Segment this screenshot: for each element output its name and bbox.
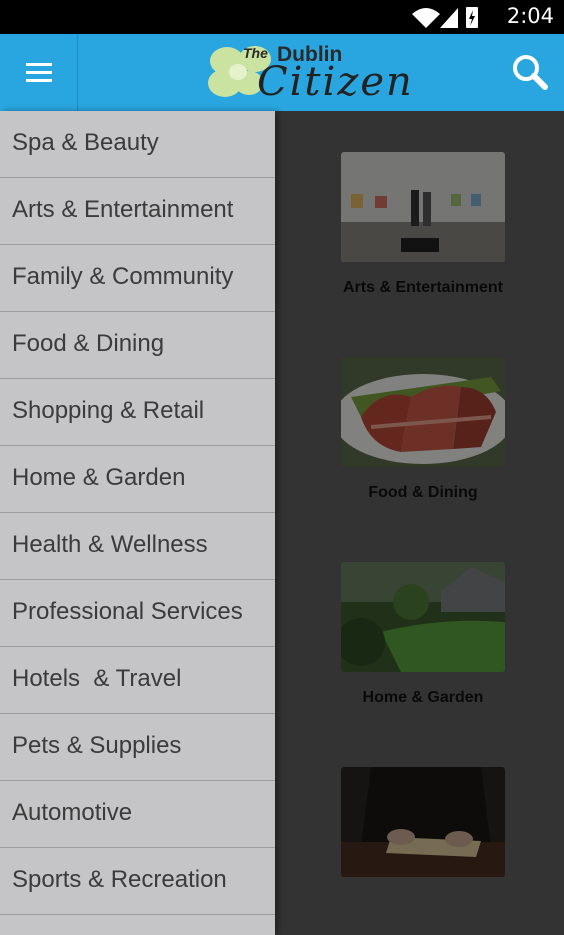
app-logo[interactable]: The Dublin Citizen xyxy=(205,43,420,105)
hamburger-menu-icon xyxy=(26,63,52,66)
drawer-item-label: Food & Dining xyxy=(12,330,165,357)
logo-citizen: Citizen xyxy=(257,59,414,105)
drawer-item-label: Shopping & Retail xyxy=(12,397,205,424)
search-icon[interactable] xyxy=(510,52,550,92)
drawer-item-family-community[interactable]: Family & Community xyxy=(0,245,275,312)
status-icons xyxy=(412,7,478,28)
drawer-item-label: Pets & Supplies xyxy=(12,732,182,759)
drawer-item-label: Hotels & Travel xyxy=(12,665,182,692)
navigation-drawer: Spa & Beauty Arts & Entertainment Family… xyxy=(0,111,275,935)
signal-icon xyxy=(440,8,458,28)
drawer-item-label: Professional Services xyxy=(12,598,243,625)
hamburger-line xyxy=(26,71,52,74)
drawer-item-label: Family & Community xyxy=(12,263,234,290)
menu-button[interactable] xyxy=(0,34,78,111)
status-bar: 2:04 xyxy=(0,0,564,34)
drawer-item-sports-recreation[interactable]: Sports & Recreation xyxy=(0,848,275,915)
drawer-item-shopping-retail[interactable]: Shopping & Retail xyxy=(0,379,275,446)
status-time: 2:04 xyxy=(506,4,554,28)
drawer-item-spa-beauty[interactable]: Spa & Beauty xyxy=(0,111,275,178)
drawer-item-hotels-travel[interactable]: Hotels & Travel xyxy=(0,647,275,714)
drawer-item-professional-services[interactable]: Professional Services xyxy=(0,580,275,647)
drawer-item-label: Home & Garden xyxy=(12,464,186,491)
drawer-item-label: Arts & Entertainment xyxy=(12,196,234,223)
drawer-item-label: Automotive xyxy=(12,799,133,826)
drawer-item-food-dining[interactable]: Food & Dining xyxy=(0,312,275,379)
drawer-item-pets-supplies[interactable]: Pets & Supplies xyxy=(0,714,275,781)
wifi-icon xyxy=(412,8,440,28)
app-bar: The Dublin Citizen xyxy=(0,34,564,111)
drawer-item-label: Sports & Recreation xyxy=(12,866,227,893)
hamburger-line xyxy=(26,79,52,82)
drawer-item-label: Spa & Beauty xyxy=(12,129,159,156)
drawer-item-label: Health & Wellness xyxy=(12,531,208,558)
drawer-item-health-wellness[interactable]: Health & Wellness xyxy=(0,513,275,580)
drawer-item-automotive[interactable]: Automotive xyxy=(0,781,275,848)
drawer-item-arts-entertainment[interactable]: Arts & Entertainment xyxy=(0,178,275,245)
drawer-item-home-garden[interactable]: Home & Garden xyxy=(0,446,275,513)
